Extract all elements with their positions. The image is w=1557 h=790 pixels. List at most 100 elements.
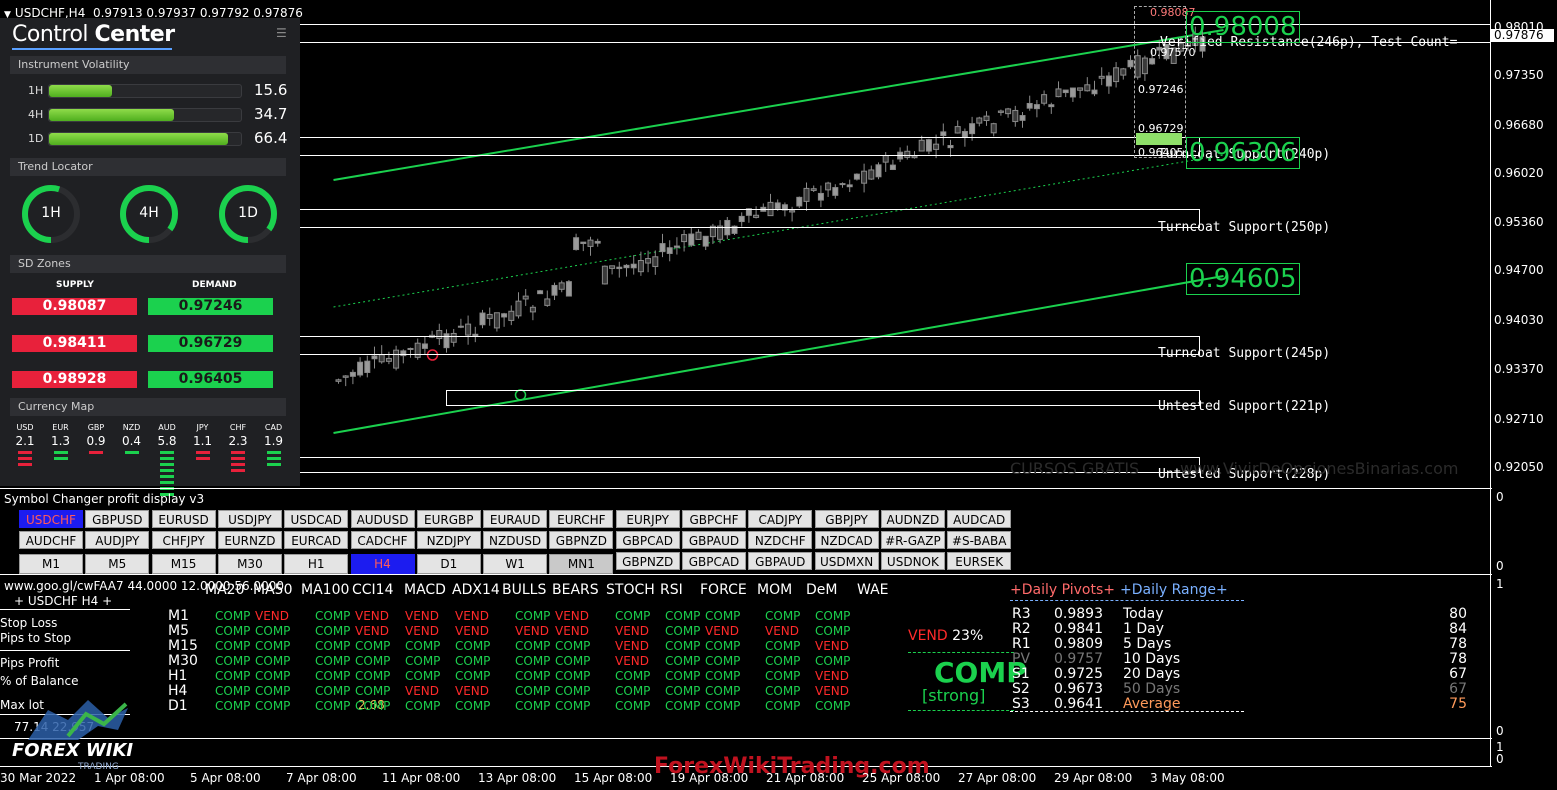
currency-code: GBP [87,423,105,432]
symbol-button[interactable]: CADCHF [350,531,415,549]
supply-zone-1[interactable]: 0.98087 [12,298,137,315]
symbol-button[interactable]: AUDNZD [880,510,945,528]
signal-cell: COMP [665,624,701,638]
stop-loss-label: Stop Loss [0,616,58,630]
channel-price-upper: 0.98008 [1186,11,1300,43]
signal-cell: COMP [705,684,741,698]
candle-body [486,313,493,319]
volatility-value: 15.6 [254,81,288,99]
pivot-value: 0.9893 [1054,606,1103,622]
candle-body [378,354,385,363]
signal-cell: COMP [555,669,591,683]
symbol-button[interactable]: EURCHF [549,510,614,528]
candle-body [817,192,824,201]
symbol-button[interactable]: NZDCAD [814,531,879,549]
timeframe-button[interactable]: H4 [350,554,415,574]
current-price-label: 0.97876 [1491,29,1554,42]
range-heading: +Daily Range+ [1120,582,1228,598]
date-tick-label: 15 Apr 08:00 [574,771,653,785]
gauge-tf-label: 1H [41,205,61,221]
symbol-button[interactable]: EURJPY [615,510,680,528]
symbol-button[interactable]: USDJPY [217,510,282,528]
channel-price-lower: 0.94605 [1186,263,1300,295]
symbol-button[interactable]: GBPNZD [549,531,614,549]
signal-cell: COMP [515,699,551,713]
pivots-heading: +Daily Pivots+ [1010,582,1115,598]
sub-axis-label: 0 [1496,559,1504,573]
date-tick-label: 25 Apr 08:00 [862,771,941,785]
symbol-button[interactable]: USDCAD [284,510,349,528]
symbol-button[interactable]: GBPCAD [615,531,680,549]
timeframe-button[interactable]: W1 [483,554,548,574]
signal-cell: COMP [315,609,351,623]
pivot-value: 0.9725 [1054,666,1103,682]
symbol-button[interactable]: GBPJPY [814,510,879,528]
symbol-button[interactable]: USDMXN [814,552,879,570]
symbol-button[interactable]: GBPAUD [748,552,813,570]
indicator-header: BULLS [502,582,547,598]
currency-strength-bar [231,469,245,472]
symbol-button[interactable]: AUDCAD [947,510,1012,528]
symbol-button[interactable]: NZDUSD [483,531,548,549]
symbol-button[interactable]: USDCHF [19,510,83,528]
candle-body [609,265,616,269]
symbol-button[interactable]: GBPUSD [85,510,150,528]
candle-body [1091,89,1098,95]
symbol-button[interactable]: GBPCAD [682,552,746,570]
symbol-button[interactable]: USDNOK [880,552,945,570]
signal-cell: COMP [355,699,391,713]
symbol-button[interactable]: AUDCHF [19,531,83,549]
currency-strength-bar [266,457,281,460]
symbol-button[interactable]: #S-BABA [947,531,1012,549]
symbol-button[interactable]: GBPNZD [615,552,680,570]
timeframe-button[interactable]: M1 [19,554,83,574]
symbol-button[interactable]: EURNZD [217,531,282,549]
demand-zone-2[interactable]: 0.96729 [148,335,273,352]
volatility-value: 34.7 [254,105,288,123]
hamburger-icon[interactable]: ☰ [276,26,287,40]
demand-zone-3[interactable]: 0.96405 [148,371,273,388]
symbol-button[interactable]: NZDCHF [748,531,813,549]
supply-zone-3[interactable]: 0.98928 [12,371,137,388]
symbol-button[interactable]: NZDJPY [416,531,481,549]
timeframe-button[interactable]: MN1 [549,554,614,574]
panel-divider [0,738,1492,739]
timeframe-button[interactable]: M5 [85,554,150,574]
range-value: 78 [1449,651,1467,667]
symbol-button[interactable]: EURUSD [151,510,216,528]
signal-cell: COMP [315,684,351,698]
pivot-name: S3 [1012,696,1030,712]
channel-price-mid: 0.96306 [1186,137,1300,169]
currency-code: NZD [122,423,141,432]
symbol-button[interactable]: CADJPY [748,510,813,528]
currency-strength-bar [124,451,139,454]
symbol-button[interactable]: EURCAD [284,531,349,549]
symbol-button[interactable]: GBPAUD [682,531,746,549]
candle-body [371,355,378,360]
candle-body [493,312,500,329]
symbol-button[interactable]: GBPCHF [682,510,746,528]
symbol-button[interactable]: CHFJPY [151,531,216,549]
symbol-button[interactable]: EURGBP [416,510,481,528]
candle-body [810,188,817,191]
symbol-button[interactable]: AUDJPY [85,531,150,549]
symbol-button[interactable]: AUDUSD [350,510,415,528]
demand-zone-1[interactable]: 0.97246 [148,298,273,315]
candle-body [457,325,464,328]
candle-body [659,243,666,253]
indicator-header: WAE [857,582,889,598]
candle-body [357,361,364,376]
signal-cell: COMP [705,654,741,668]
indicator-header: MA50 [253,582,293,598]
symbol-button[interactable]: EURSEK [947,552,1012,570]
candle-body [349,371,356,377]
timeframe-button[interactable]: M15 [151,554,216,574]
dashboard-symbol[interactable]: + USDCHF H4 + [14,594,112,608]
currency-code: JPY [196,423,209,432]
timeframe-button[interactable]: D1 [416,554,481,574]
symbol-button[interactable]: #R-GAZP [880,531,945,549]
timeframe-button[interactable]: M30 [217,554,282,574]
supply-zone-2[interactable]: 0.98411 [12,335,137,352]
timeframe-button[interactable]: H1 [284,554,349,574]
symbol-button[interactable]: EURAUD [483,510,548,528]
